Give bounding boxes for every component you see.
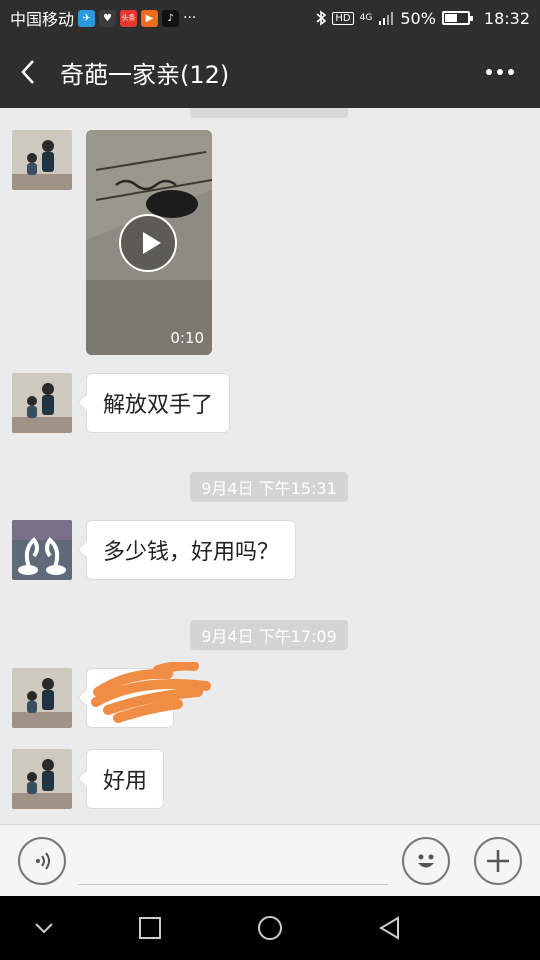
avatar[interactable] xyxy=(12,373,72,433)
battery-percent: 50% xyxy=(400,8,436,28)
network-label: 4G xyxy=(359,13,373,23)
clock: 18:32 xyxy=(483,8,530,28)
chevron-down-icon xyxy=(35,923,53,934)
chevron-left-icon xyxy=(21,60,34,84)
avatar[interactable] xyxy=(12,668,72,728)
chat-title: 奇葩一家亲(12) xyxy=(60,60,230,89)
redaction-scribble xyxy=(91,662,211,723)
signal-icon xyxy=(378,10,394,26)
plus-icon xyxy=(487,850,509,872)
battery-icon xyxy=(441,11,473,25)
more-horizontal-icon xyxy=(486,69,514,75)
message-bubble[interactable]: 多少钱，好用吗？ xyxy=(86,520,297,580)
nav-down-button[interactable] xyxy=(24,908,64,948)
voice-button[interactable] xyxy=(18,837,66,885)
avatar[interactable] xyxy=(12,130,72,190)
play-icon[interactable] xyxy=(119,214,177,272)
chat-area[interactable]: 0:10 解放双手了 9月4日 下午15:31 多少钱，好用吗？ 9月4日 下午… xyxy=(0,108,540,824)
avatar[interactable] xyxy=(12,749,72,809)
back-button[interactable] xyxy=(0,36,56,108)
nav-home-button[interactable] xyxy=(250,908,290,948)
triangle-back-icon xyxy=(379,916,399,940)
message-bubble[interactable]: 好用 xyxy=(86,749,165,809)
overflow-icon: ··· xyxy=(183,10,197,26)
video-duration: 0:10 xyxy=(170,329,204,347)
timestamp: 9月4日 下午17:09 xyxy=(190,620,348,650)
status-bar: 中国移动 ✈ ♥ 头条 ▶ ♪ ··· HD 4G 50% 18:32 xyxy=(0,0,540,36)
tiktok-app-icon: ♪ xyxy=(162,9,180,27)
input-bar xyxy=(0,824,540,896)
square-icon xyxy=(139,917,161,939)
message-bubble[interactable]: 解放双手了 xyxy=(86,373,231,433)
chat-header: 奇葩一家亲(12) xyxy=(0,36,540,108)
nav-back-button[interactable] xyxy=(370,908,410,948)
video-app-icon: ▶ xyxy=(141,9,159,27)
more-button[interactable] xyxy=(460,36,540,108)
health-app-icon: ♥ xyxy=(99,9,117,27)
timestamp: 9月4日 下午15:31 xyxy=(190,472,348,502)
emoji-button[interactable] xyxy=(402,837,450,885)
carrier-label: 中国移动 xyxy=(10,10,75,29)
plus-button[interactable] xyxy=(474,837,522,885)
emoji-icon xyxy=(418,854,434,868)
message-input[interactable] xyxy=(78,839,388,885)
timestamp-partial xyxy=(190,108,348,118)
telegram-app-icon: ✈ xyxy=(78,9,96,27)
bluetooth-icon xyxy=(316,10,327,26)
nav-recents-button[interactable] xyxy=(130,908,170,948)
toutiao-app-icon: 头条 xyxy=(120,9,138,27)
voice-icon xyxy=(36,852,50,870)
circle-icon xyxy=(258,916,282,940)
hd-badge: HD xyxy=(332,11,354,25)
video-message[interactable]: 0:10 xyxy=(86,130,212,355)
avatar-swans[interactable] xyxy=(12,520,72,580)
system-nav-bar xyxy=(0,896,540,960)
